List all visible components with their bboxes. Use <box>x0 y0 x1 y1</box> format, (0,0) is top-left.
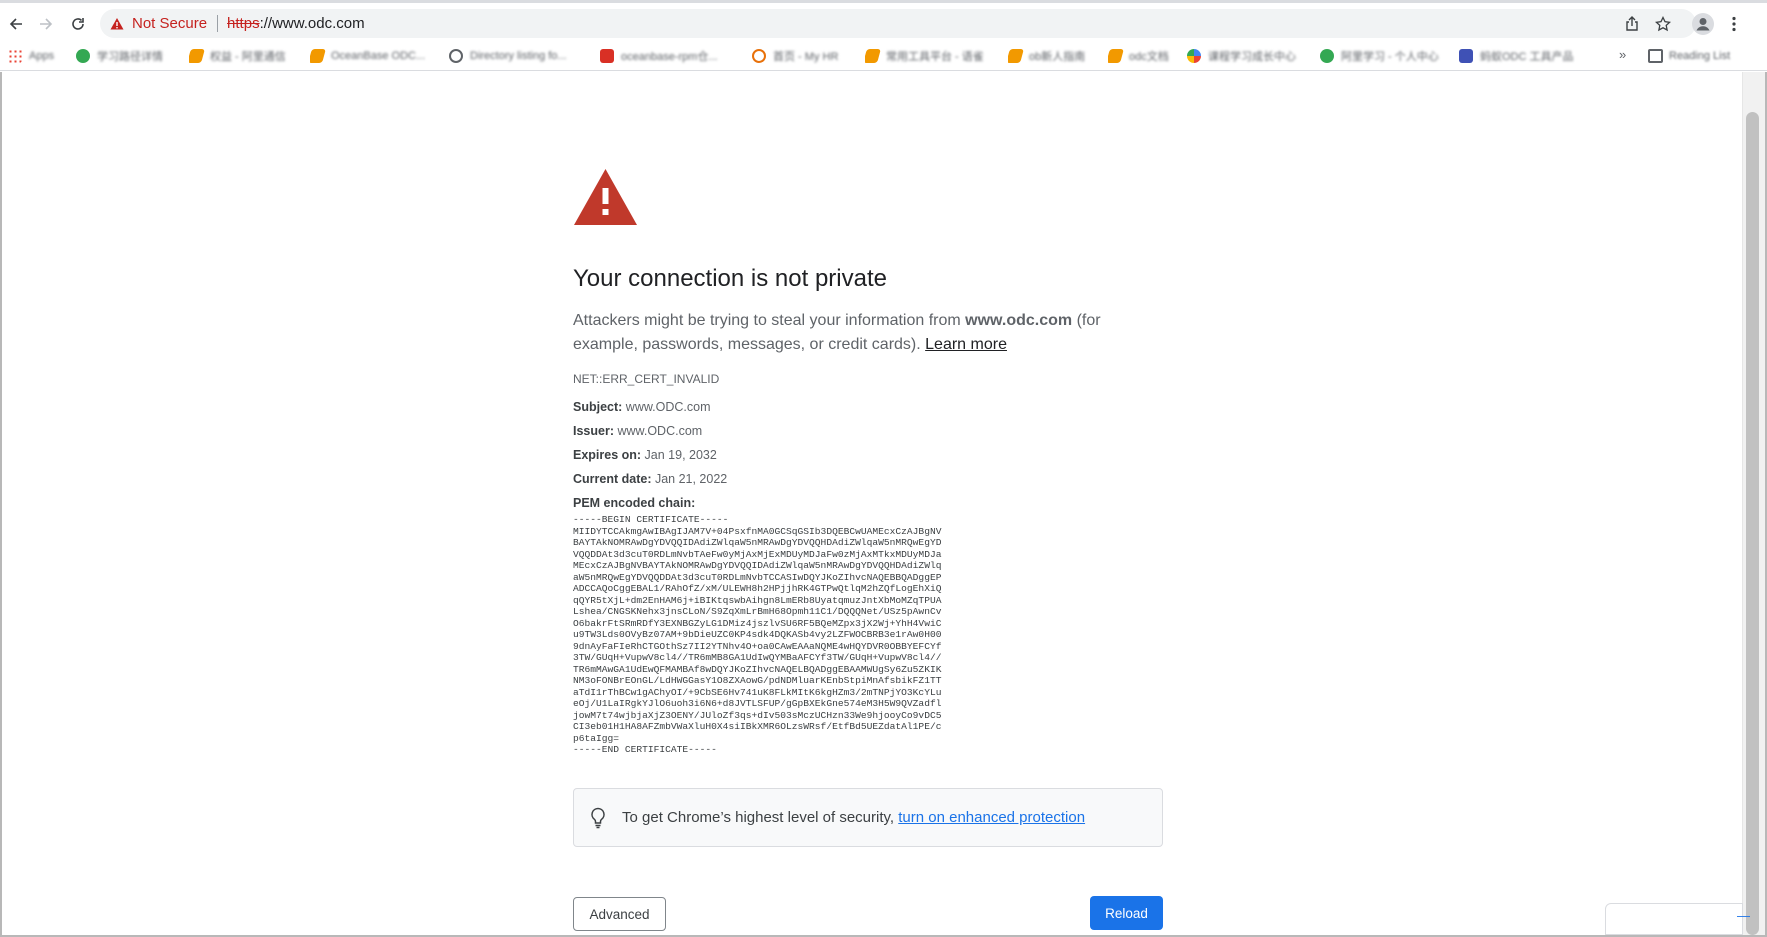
lightbulb-icon <box>589 807 607 829</box>
apps-grid-icon <box>8 49 22 63</box>
globe-icon <box>449 49 463 63</box>
profile-icon <box>1692 13 1714 35</box>
bookmark-item[interactable]: OceanBase ODC... <box>310 47 438 65</box>
warning-triangle-icon <box>574 169 637 225</box>
page-title: Your connection is not private <box>573 265 887 292</box>
error-code: NET::ERR_CERT_INVALID <box>573 372 720 386</box>
bookmark-item[interactable]: 课程学习成长中心 <box>1187 47 1305 65</box>
reading-list-button[interactable]: Reading List <box>1648 47 1730 65</box>
bookmark-favicon <box>752 49 766 63</box>
warning-triangle-icon[interactable] <box>110 17 124 31</box>
window-frame-left <box>0 72 2 937</box>
enhanced-protection-banner: To get Chrome’s highest level of securit… <box>573 788 1163 847</box>
bookmark-star-button[interactable] <box>1650 11 1676 37</box>
address-bar[interactable]: Not Secure https://www.odc.com <box>100 9 1696 38</box>
bookmarks-overflow-button[interactable]: » <box>1619 47 1626 62</box>
reading-list-icon <box>1648 49 1663 63</box>
cert-subject: Subject: www.ODC.com <box>573 400 711 414</box>
advanced-button[interactable]: Advanced <box>573 897 666 931</box>
bookmark-favicon <box>1008 49 1024 63</box>
bookmark-favicon <box>1459 49 1473 63</box>
bookmark-item[interactable]: ob新人指南 <box>1008 47 1096 65</box>
cert-issuer: Issuer: www.ODC.com <box>573 424 703 438</box>
star-icon <box>1655 16 1671 32</box>
explanation-text: Attackers might be trying to steal your … <box>573 312 966 329</box>
bookmark-favicon <box>1108 49 1124 63</box>
bookmark-item[interactable]: 蚂蚁ODC 工具产品 <box>1459 47 1599 65</box>
bookmarks-bar: Apps 学习路径详情 权益 - 阿里通信 OceanBase ODC... D… <box>0 42 1767 71</box>
scrollbar-thumb[interactable] <box>1746 112 1759 935</box>
back-button[interactable] <box>3 11 29 37</box>
minimize-icon[interactable]: — <box>1737 908 1750 924</box>
bookmark-favicon <box>600 49 614 63</box>
bookmark-item[interactable]: 学习路径详情 <box>76 47 176 65</box>
profile-button[interactable] <box>1690 11 1716 37</box>
bookmark-item[interactable]: oceanbase-rpm仓... <box>600 47 738 65</box>
share-button[interactable] <box>1619 11 1645 37</box>
cert-pem-label: PEM encoded chain: <box>573 496 696 510</box>
url-text: ://www.odc.com <box>259 15 365 32</box>
more-vert-icon <box>1732 16 1736 32</box>
bookmark-favicon <box>76 49 90 63</box>
cert-expires: Expires on: Jan 19, 2032 <box>573 448 717 462</box>
reading-list-label: Reading List <box>1669 50 1731 62</box>
security-status-label[interactable]: Not Secure <box>132 15 207 32</box>
bookmark-favicon <box>1187 49 1201 63</box>
url-scheme: https <box>227 15 260 32</box>
bookmark-item[interactable]: 常用工具平台 - 语雀 <box>865 47 993 65</box>
bookmark-item[interactable]: 阿里学习 - 个人中心 <box>1320 47 1444 65</box>
browser-toolbar: Not Secure https://www.odc.com <box>0 0 1767 42</box>
forward-arrow-icon <box>40 18 53 30</box>
bookmark-item[interactable]: 首页 - My HR <box>752 47 848 65</box>
reload-icon <box>72 18 84 30</box>
reload-button[interactable]: Reload <box>1090 896 1163 930</box>
back-arrow-icon <box>9 18 22 30</box>
bookmark-favicon <box>865 49 881 63</box>
address-bar-divider <box>217 15 219 32</box>
bookmark-item[interactable]: odc文档 <box>1108 47 1174 65</box>
bookmark-item[interactable]: Directory listing fo... <box>449 47 586 65</box>
floating-widget[interactable] <box>1605 903 1743 935</box>
forward-button[interactable] <box>33 11 59 37</box>
menu-button[interactable] <box>1721 11 1747 37</box>
error-explanation: Attackers might be trying to steal your … <box>573 309 1163 357</box>
bookmark-item[interactable]: Apps <box>8 47 64 65</box>
bookmark-favicon <box>1320 49 1334 63</box>
bookmark-favicon <box>310 49 326 63</box>
share-icon <box>1626 16 1638 31</box>
bookmark-favicon <box>189 49 205 63</box>
pem-certificate-chain: -----BEGIN CERTIFICATE----- MIIDYTCCAkmg… <box>573 514 942 755</box>
enhanced-protection-text: To get Chrome’s highest level of securit… <box>622 809 1086 826</box>
bookmark-item[interactable]: 权益 - 阿里通信 <box>189 47 294 65</box>
enhanced-protection-link[interactable]: turn on enhanced protection <box>898 809 1085 826</box>
learn-more-link[interactable]: Learn more <box>925 336 1007 353</box>
host-name: www.odc.com <box>965 312 1073 329</box>
cert-current-date: Current date: Jan 21, 2022 <box>573 472 728 486</box>
reload-browser-button[interactable] <box>65 11 91 37</box>
